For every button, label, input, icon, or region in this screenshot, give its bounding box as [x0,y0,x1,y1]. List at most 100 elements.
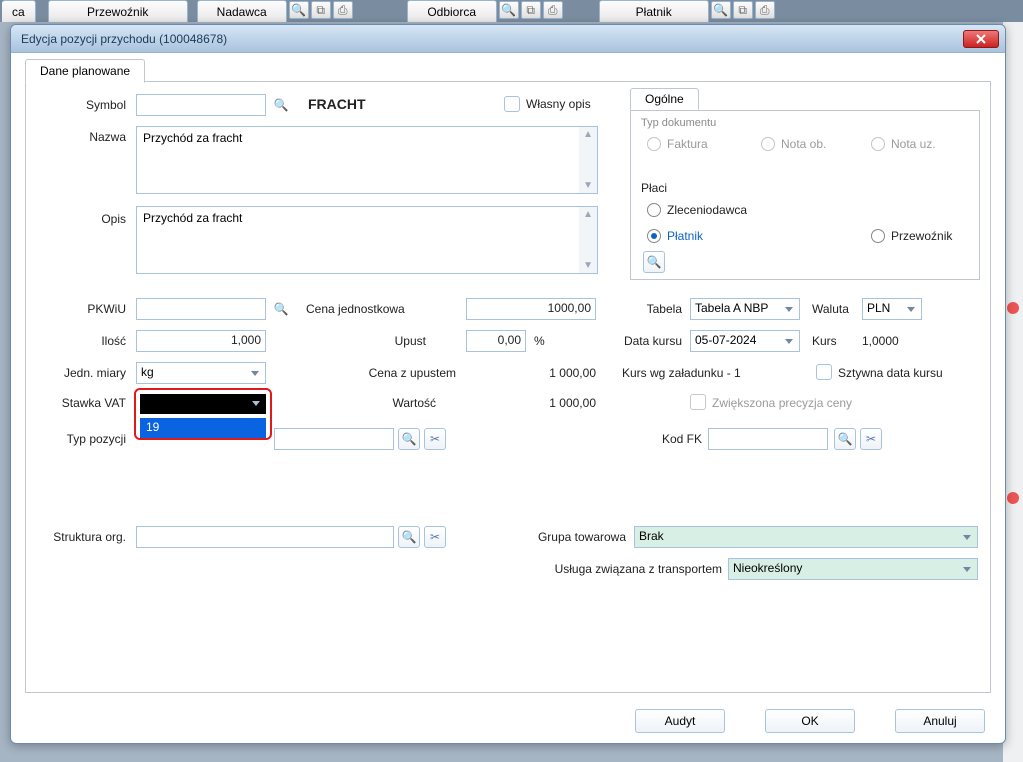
anuluj-button[interactable]: Anuluj [895,709,985,733]
label-upust: Upust [306,334,426,348]
close-icon [976,34,986,44]
nadawca-copy-icon[interactable]: ⧉ [311,1,331,19]
value-grupa-towarowa: Brak [639,529,664,543]
scroll-down-icon[interactable]: ▼ [583,260,593,271]
dialog-window: Edycja pozycji przychodu (100048678) Dan… [10,24,1006,744]
checkbox-zwiekszona [690,394,706,410]
checkbox-wlasny-opis[interactable] [504,96,520,112]
value-usluga: Nieokreślony [733,561,802,575]
label-sztywna: Sztywna data kursu [838,366,943,380]
ok-button[interactable]: OK [765,709,855,733]
label-opis: Opis [26,212,126,226]
platnik-search-icon[interactable]: 🔍 [711,1,731,19]
tab-label: Dane planowane [40,64,130,78]
top-tab-platnik-text: Płatnik [636,5,672,19]
platnik-copy-icon[interactable]: ⧉ [733,1,753,19]
pkwiu-search-icon[interactable]: 🔍 [270,298,292,320]
ok-label: OK [801,714,818,728]
tab-ogolne[interactable]: Ogólne [630,88,699,110]
input-struktura[interactable] [136,526,394,548]
symbol-search-icon[interactable]: 🔍 [270,94,292,116]
label-waluta: Waluta [812,302,849,316]
value-data-kursu: 05-07-2024 [695,333,756,347]
audyt-label: Audyt [665,714,696,728]
kodfk-search-icon[interactable]: 🔍 [834,428,856,450]
combo-waluta[interactable]: PLN [862,298,922,320]
odbiorca-print-icon[interactable]: ⎙ [543,1,563,19]
checkbox-sztywna[interactable] [816,364,832,380]
value-tabela: Tabela A NBP [695,301,768,315]
combo-stawka-option-19[interactable]: 19 [140,418,266,438]
label-kurs-wg: Kurs wg załadunku - 1 [622,366,741,380]
combo-stawka-display[interactable] [140,394,266,414]
scroll-up-icon[interactable]: ▲ [583,209,593,220]
label-wartosc: Wartość [306,396,436,410]
label-cena-jednostkowa: Cena jednostkowa [306,302,426,316]
combo-grupa-towarowa[interactable]: Brak [634,526,978,548]
label-percent: % [534,334,545,348]
nadawca-search-icon[interactable]: 🔍 [289,1,309,19]
odbiorca-search-icon[interactable]: 🔍 [499,1,519,19]
combo-tabela[interactable]: Tabela A NBP [690,298,800,320]
typpoz-cut-icon[interactable]: ✂ [424,428,446,450]
dialog-title: Edycja pozycji przychodu (100048678) [21,32,963,46]
scroll-up-icon[interactable]: ▲ [583,129,593,140]
radio-platnik[interactable] [647,229,661,243]
label-struktura: Struktura org. [26,530,126,544]
top-tab-odbiorca[interactable]: Odbiorca [407,0,497,22]
input-symbol[interactable] [136,94,266,116]
radio-nota-ob [761,137,775,151]
close-button[interactable] [963,30,999,48]
label-typ-pozycji: Typ pozycji [26,432,126,446]
struktura-search-icon[interactable]: 🔍 [398,526,420,548]
typpoz-search-icon[interactable]: 🔍 [398,428,420,450]
combo-usluga-transport[interactable]: Nieokreślony [728,558,978,580]
struktura-cut-icon[interactable]: ✂ [424,526,446,548]
label-symbol: Symbol [26,98,126,112]
radio-zleceniodawca[interactable] [647,203,661,217]
label-nazwa: Nazwa [26,130,126,144]
symbol-title: FRACHT [308,96,366,112]
textarea-opis[interactable]: Przychód za fracht ▲ ▼ [136,206,598,274]
top-tab-przewoznik[interactable]: Przewoźnik [48,0,188,22]
label-faktura: Faktura [667,137,708,151]
label-pkwiu: PKWiU [26,302,126,316]
label-nota-uz: Nota uz. [891,137,936,151]
radio-nota-uz [871,137,885,151]
label-zleceniodawca: Zleceniodawca [667,203,747,217]
radio-przewoznik[interactable] [871,229,885,243]
top-tab-nadawca[interactable]: Nadawca [197,0,287,22]
top-tab-platnik[interactable]: Płatnik [599,0,709,22]
anuluj-label: Anuluj [923,714,956,728]
value-jedn: kg [141,365,154,379]
label-cena-z-upustem: Cena z upustem [306,366,456,380]
scroll-down-icon[interactable]: ▼ [583,180,593,191]
input-ilosc[interactable]: 1,000 [136,330,266,352]
platnik-print-icon[interactable]: ⎙ [755,1,775,19]
group-placi: Płaci [641,181,667,195]
value-wartosc: 1 000,00 [536,396,596,410]
group-ogolne: Typ dokumentu Faktura Nota ob. Nota uz. … [630,110,980,280]
input-pkwiu[interactable] [136,298,266,320]
date-data-kursu[interactable]: 05-07-2024 [690,330,800,352]
top-tab-przewoznik-text: Przewoźnik [87,5,148,19]
combo-jedn-miary[interactable]: kg [136,362,266,384]
kodfk-cut-icon[interactable]: ✂ [860,428,882,450]
label-nota-ob: Nota ob. [781,137,826,151]
label-kod-fk: Kod FK [622,432,702,446]
input-kod-fk[interactable] [708,428,828,450]
input-typ-pozycji[interactable] [274,428,394,450]
input-cena-jednostkowa[interactable]: 1000,00 [466,298,596,320]
label-grupa-towarowa: Grupa towarowa [496,530,626,544]
top-tab-partial[interactable]: ca [2,0,36,22]
tab-dane-planowane[interactable]: Dane planowane [25,59,145,83]
value-opis: Przychód za fracht [143,211,242,225]
titlebar: Edycja pozycji przychodu (100048678) [11,25,1005,53]
placi-search-icon[interactable]: 🔍 [643,251,665,273]
audyt-button[interactable]: Audyt [635,709,725,733]
nadawca-print-icon[interactable]: ⎙ [333,1,353,19]
odbiorca-copy-icon[interactable]: ⧉ [521,1,541,19]
input-upust[interactable]: 0,00 [466,330,526,352]
textarea-nazwa[interactable]: Przychód za fracht ▲ ▼ [136,126,598,194]
combo-stawka-vat-open[interactable]: 19 [134,388,272,440]
